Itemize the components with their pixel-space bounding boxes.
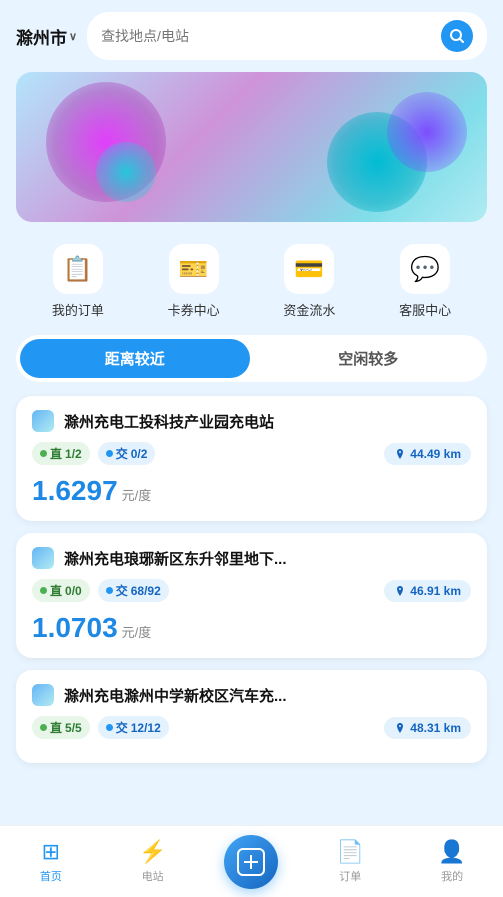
filter-tabs: 距离较近 空闲较多: [16, 335, 487, 382]
tab-available[interactable]: 空闲较多: [254, 339, 484, 378]
orders-nav-icon: 📄: [337, 839, 364, 865]
station-icon: ⚡: [139, 839, 166, 865]
nav-orders[interactable]: 📄 订单: [320, 839, 380, 884]
home-label: 首页: [40, 868, 62, 884]
dc-badge-2: 直 0/0: [32, 579, 90, 602]
station-dot-icon: [32, 410, 54, 432]
price-unit-2: 元/度: [122, 622, 152, 641]
station-name-3: 滁州充电滁州中学新校区汽车充...: [64, 685, 287, 706]
station-header-3: 滁州充电滁州中学新校区汽车充...: [32, 684, 471, 706]
distance-value-2: 46.91 km: [410, 584, 461, 598]
dc-count-2: 0/0: [65, 584, 82, 598]
search-icon: [449, 28, 465, 44]
price-value-1: 1.6297: [32, 475, 118, 507]
station-meta-3: 直 5/5 交 12/12 48.31 km: [32, 716, 471, 739]
ac-dot-icon-3: [106, 724, 113, 731]
station-dot-icon-2: [32, 547, 54, 569]
quick-item-cards[interactable]: 🎫 卡券中心: [168, 244, 220, 319]
ac-badge-1: 交 0/2: [98, 442, 156, 465]
cards-label: 卡券中心: [168, 300, 220, 319]
city-selector[interactable]: 滁州市 ∨: [16, 24, 77, 49]
dc-label: 直: [50, 445, 62, 462]
ac-label-2: 交: [116, 582, 128, 599]
dc-dot-icon-2: [40, 587, 47, 594]
price-row-2: 1.0703 元/度: [32, 612, 471, 644]
banner-blob-4: [96, 142, 156, 202]
chevron-down-icon: ∨: [69, 30, 77, 43]
quick-actions: 📋 我的订单 🎫 卡券中心 💳 资金流水 💬 客服中心: [0, 234, 503, 335]
station-dot-icon-3: [32, 684, 54, 706]
distance-badge-2: 46.91 km: [384, 580, 471, 602]
ac-label: 交: [116, 445, 128, 462]
price-unit-1: 元/度: [122, 485, 152, 504]
ac-count-1: 0/2: [131, 447, 148, 461]
banner-blob-3: [387, 92, 467, 172]
stations-list: 滁州充电工投科技产业园充电站 直 1/2 交 0/2 44.49 km 1.62…: [0, 396, 503, 853]
banner: [16, 72, 487, 222]
ac-dot-icon-2: [106, 587, 113, 594]
orders-nav-label: 订单: [339, 868, 361, 884]
ac-badge-3: 交 12/12: [98, 716, 169, 739]
funds-label: 资金流水: [283, 300, 335, 319]
price-row-1: 1.6297 元/度: [32, 475, 471, 507]
support-label: 客服中心: [399, 300, 451, 319]
distance-badge-3: 48.31 km: [384, 717, 471, 739]
quick-item-funds[interactable]: 💳 资金流水: [283, 244, 335, 319]
nav-scan-button[interactable]: [224, 835, 278, 889]
dc-label-2: 直: [50, 582, 62, 599]
distance-value-1: 44.49 km: [410, 447, 461, 461]
distance-badge-1: 44.49 km: [384, 443, 471, 465]
dc-label-3: 直: [50, 719, 62, 736]
station-label: 电站: [142, 868, 164, 884]
station-name-2: 滁州充电琅琊新区东升邻里地下...: [64, 548, 287, 569]
nav-home[interactable]: ⊞ 首页: [21, 839, 81, 884]
quick-item-orders[interactable]: 📋 我的订单: [52, 244, 104, 319]
home-icon: ⊞: [42, 839, 60, 865]
banner-inner: [16, 72, 487, 222]
dc-count-3: 5/5: [65, 721, 82, 735]
nav-mine[interactable]: 👤 我的: [422, 839, 482, 884]
station-card-2[interactable]: 滁州充电琅琊新区东升邻里地下... 直 0/0 交 68/92 46.91 km…: [16, 533, 487, 658]
station-card-1[interactable]: 滁州充电工投科技产业园充电站 直 1/2 交 0/2 44.49 km 1.62…: [16, 396, 487, 521]
station-header-2: 滁州充电琅琊新区东升邻里地下...: [32, 547, 471, 569]
dc-badge-3: 直 5/5: [32, 716, 90, 739]
ac-badge-2: 交 68/92: [98, 579, 169, 602]
location-icon-2: [394, 585, 406, 597]
ac-count-2: 68/92: [131, 584, 161, 598]
location-icon: [394, 448, 406, 460]
nav-station[interactable]: ⚡ 电站: [123, 839, 183, 884]
dc-dot-icon: [40, 450, 47, 457]
station-name-1: 滁州充电工投科技产业园充电站: [64, 411, 274, 432]
search-bar[interactable]: [87, 12, 487, 60]
dc-dot-icon-3: [40, 724, 47, 731]
price-value-2: 1.0703: [32, 612, 118, 644]
station-meta-1: 直 1/2 交 0/2 44.49 km: [32, 442, 471, 465]
support-icon: 💬: [400, 244, 450, 294]
distance-value-3: 48.31 km: [410, 721, 461, 735]
ac-count-3: 12/12: [131, 721, 161, 735]
dc-count-1: 1/2: [65, 447, 82, 461]
scan-icon: [237, 848, 265, 876]
orders-icon: 📋: [53, 244, 103, 294]
search-button[interactable]: [441, 20, 473, 52]
search-input[interactable]: [101, 28, 433, 44]
bottom-nav: ⊞ 首页 ⚡ 电站 📄 订单 👤 我的: [0, 825, 503, 897]
cards-icon: 🎫: [169, 244, 219, 294]
city-name: 滁州市: [16, 24, 67, 49]
header: 滁州市 ∨: [0, 0, 503, 72]
mine-label: 我的: [441, 868, 463, 884]
orders-label: 我的订单: [52, 300, 104, 319]
dc-badge-1: 直 1/2: [32, 442, 90, 465]
funds-icon: 💳: [284, 244, 334, 294]
station-meta-2: 直 0/0 交 68/92 46.91 km: [32, 579, 471, 602]
location-icon-3: [394, 722, 406, 734]
ac-dot-icon: [106, 450, 113, 457]
mine-icon: 👤: [438, 839, 465, 865]
ac-label-3: 交: [116, 719, 128, 736]
tab-nearest[interactable]: 距离较近: [20, 339, 250, 378]
quick-item-support[interactable]: 💬 客服中心: [399, 244, 451, 319]
station-header-1: 滁州充电工投科技产业园充电站: [32, 410, 471, 432]
station-card-3[interactable]: 滁州充电滁州中学新校区汽车充... 直 5/5 交 12/12 48.31 km: [16, 670, 487, 763]
